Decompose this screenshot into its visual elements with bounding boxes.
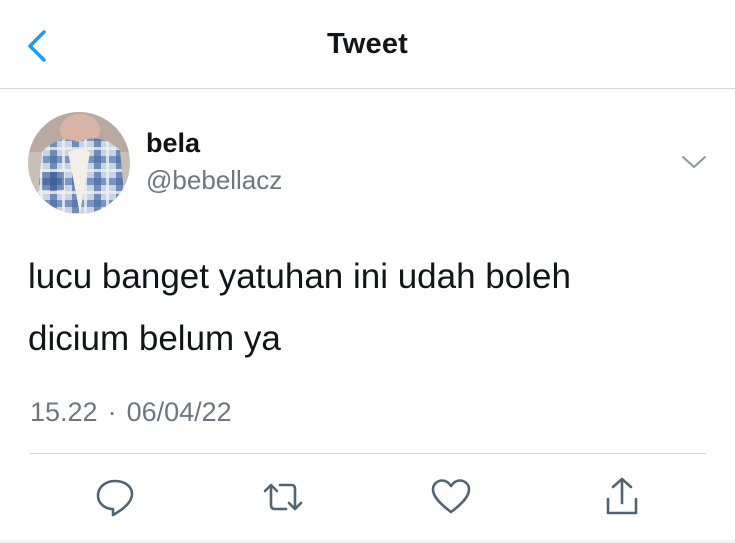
like-icon bbox=[431, 479, 471, 514]
tweet-text: lucu banget yatuhan ini udah boleh diciu… bbox=[28, 246, 688, 370]
top-navigation-bar: Tweet bbox=[0, 0, 735, 89]
tweet-time: 15.22 bbox=[30, 397, 98, 427]
divider bbox=[30, 453, 706, 454]
meta-separator: · bbox=[107, 397, 117, 427]
tweet-action-bar bbox=[0, 470, 735, 526]
share-icon bbox=[606, 477, 638, 515]
reply-icon bbox=[96, 479, 134, 517]
retweet-icon bbox=[263, 483, 303, 511]
avatar[interactable] bbox=[28, 112, 130, 214]
page-title: Tweet bbox=[326, 28, 409, 60]
retweet-button[interactable] bbox=[261, 475, 305, 519]
tweet-date: 06/04/22 bbox=[126, 397, 232, 427]
tweet-text-line: dicium belum ya bbox=[28, 319, 281, 358]
chevron-down-icon bbox=[682, 156, 706, 168]
like-button[interactable] bbox=[429, 475, 473, 519]
share-button[interactable] bbox=[600, 475, 644, 519]
reply-button[interactable] bbox=[93, 475, 137, 519]
more-options-button[interactable] bbox=[678, 148, 710, 176]
tweet-timestamp[interactable]: 15.22 · 06/04/22 bbox=[30, 397, 232, 428]
tweet-text-line: lucu banget yatuhan ini udah boleh bbox=[28, 257, 571, 296]
author-display-name[interactable]: bela bbox=[146, 128, 200, 159]
profile-photo-icon bbox=[28, 112, 130, 214]
author-handle[interactable]: @bebellacz bbox=[146, 165, 282, 196]
